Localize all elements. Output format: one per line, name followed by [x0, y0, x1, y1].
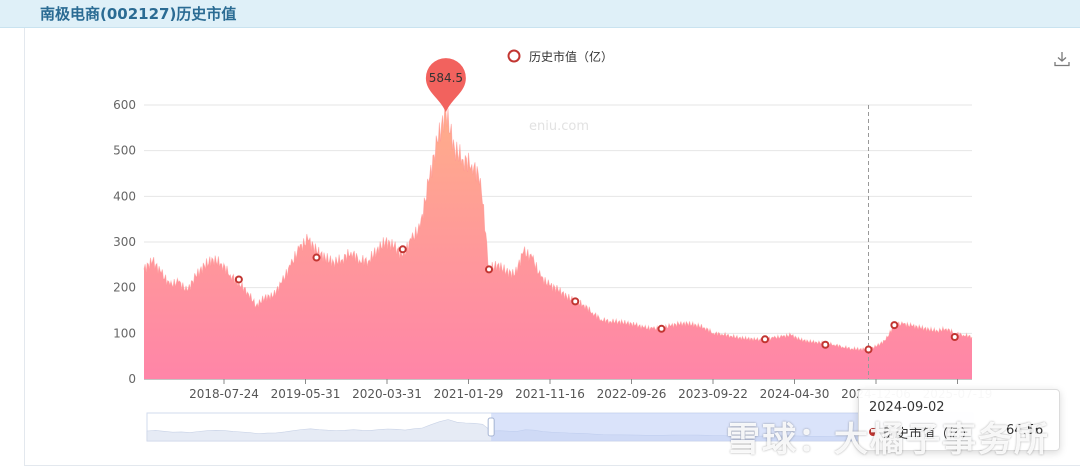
x-tick-label: 2021-11-16 — [515, 387, 585, 401]
x-tick-label: 2023-09-22 — [678, 387, 748, 401]
y-tick-label: 300 — [113, 235, 136, 249]
x-tick-label: 2018-07-24 — [189, 387, 259, 401]
data-marker — [864, 345, 873, 354]
data-marker — [312, 253, 321, 262]
x-tick-label: 2024-04-30 — [760, 387, 830, 401]
x-tick-label: 2021-01-29 — [434, 387, 504, 401]
data-marker — [821, 340, 830, 349]
legend-symbol — [507, 49, 521, 63]
panel-header: 南极电商(002127)历史市值 — [0, 0, 1080, 28]
data-marker — [761, 335, 769, 344]
y-tick-label: 0 — [128, 372, 136, 386]
data-marker — [485, 265, 493, 274]
data-marker — [398, 245, 407, 254]
y-tick-label: 400 — [113, 189, 136, 203]
legend-label: 历史市值（亿） — [529, 49, 613, 64]
data-marker — [657, 324, 666, 333]
x-tick-label: 2022-09-26 — [597, 387, 667, 401]
xueqiu-watermark: 雪球：大橘子事务所 — [726, 420, 1050, 460]
x-tick-label: 2019-05-31 — [271, 387, 341, 401]
series-area — [144, 106, 972, 379]
y-tick-label: 500 — [113, 144, 136, 158]
site-watermark: eniu.com — [529, 119, 589, 134]
data-marker — [234, 275, 243, 284]
data-marker — [950, 332, 959, 341]
y-tick-label: 100 — [113, 326, 136, 340]
zoom-handle-start — [487, 417, 495, 437]
y-tick-label: 600 — [113, 98, 136, 112]
x-tick-label: 2020-03-31 — [352, 387, 422, 401]
y-tick-label: 200 — [113, 281, 136, 295]
download-icon[interactable] — [1053, 50, 1071, 68]
data-marker — [890, 321, 899, 330]
max-pin-label: 584.5 — [429, 71, 463, 85]
data-marker — [571, 297, 580, 306]
chart-title: 南极电商(002127)历史市值 — [40, 5, 237, 23]
